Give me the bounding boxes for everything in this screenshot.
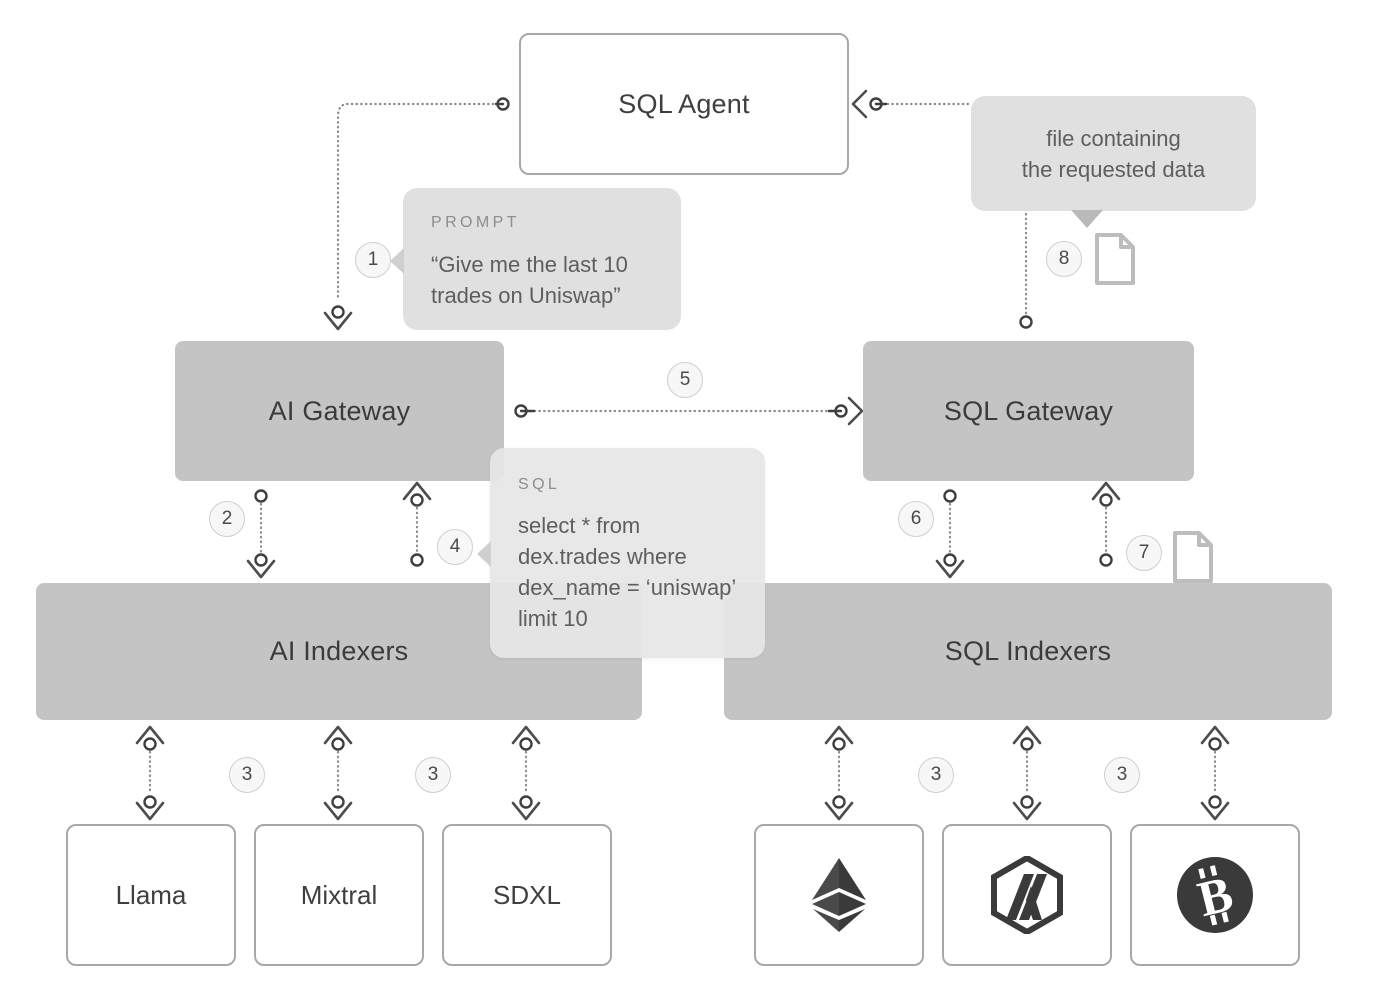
connector-step-6 — [935, 489, 965, 579]
ethereum-icon — [808, 856, 870, 934]
node-ai-gateway[interactable]: AI Gateway — [175, 341, 504, 481]
node-sql-agent-label: SQL Agent — [618, 88, 750, 119]
file-icon-step-8 — [1093, 232, 1137, 291]
step-badge-8: 8 — [1046, 241, 1082, 277]
step-badge-1: 1 — [355, 242, 391, 278]
node-sql-indexers-label: SQL Indexers — [944, 636, 1112, 666]
connector-step-5 — [514, 396, 864, 426]
sql-callout-kicker: SQL — [518, 476, 561, 493]
connector-step-8-top — [851, 89, 970, 119]
step-badge-2: 2 — [209, 501, 245, 537]
connector-step-3-ai-1 — [135, 725, 165, 821]
node-ai-gateway-label: AI Gateway — [268, 395, 411, 426]
arbitrum-icon — [990, 856, 1064, 934]
step-badge-3-sql-2-label: 3 — [1116, 764, 1128, 785]
node-chain-arbitrum[interactable] — [942, 824, 1112, 966]
step-badge-8-label: 8 — [1058, 248, 1070, 269]
sql-callout-line-2: dex.trades where — [518, 544, 687, 569]
step-badge-5-label: 5 — [679, 369, 691, 390]
sql-callout-line-1: select * from — [518, 513, 641, 538]
node-chain-ethereum[interactable] — [754, 824, 924, 966]
step-badge-3-sql-1: 3 — [918, 757, 954, 793]
step-badge-7: 7 — [1126, 535, 1162, 571]
connector-step-3-ai-3 — [511, 725, 541, 821]
connector-step-4 — [402, 481, 432, 567]
prompt-callout-line-2: trades on Uniswap” — [431, 283, 621, 308]
node-model-mixtral[interactable]: Mixtral — [254, 824, 424, 966]
node-sql-indexers[interactable]: SQL Indexers — [724, 583, 1332, 720]
file-callout-line-2: the requested data — [1021, 156, 1206, 182]
step-badge-3-sql-1-label: 3 — [930, 764, 942, 785]
step-badge-3-ai-2-label: 3 — [427, 764, 439, 785]
step-badge-6-label: 6 — [910, 508, 922, 529]
step-badge-3-ai-1-label: 3 — [241, 764, 253, 785]
node-model-sdxl[interactable]: SDXL — [442, 824, 612, 966]
file-icon-step-7 — [1171, 530, 1215, 589]
step-badge-1-label: 1 — [367, 249, 379, 270]
connector-step-8-vert — [1019, 212, 1033, 329]
node-model-mixtral-label: Mixtral — [300, 879, 378, 910]
diagram-canvas: .dot{stroke:#8c8c8c;stroke-width:2.2;str… — [0, 0, 1393, 993]
node-model-sdxl-label: SDXL — [493, 879, 561, 910]
step-badge-7-label: 7 — [1138, 542, 1150, 563]
bitcoin-icon: B — [1175, 855, 1255, 935]
step-badge-4: 4 — [437, 529, 473, 565]
connector-step-3-sql-2 — [1012, 725, 1042, 821]
step-badge-2-label: 2 — [221, 508, 233, 529]
node-ai-indexers-label: AI Indexers — [269, 636, 409, 666]
connector-step-3-sql-3 — [1200, 725, 1230, 821]
node-sql-gateway[interactable]: SQL Gateway — [863, 341, 1194, 481]
connector-step-2 — [246, 489, 276, 579]
connector-step-3-ai-2 — [323, 725, 353, 821]
step-badge-3-sql-2: 3 — [1104, 757, 1140, 793]
step-badge-6: 6 — [898, 501, 934, 537]
prompt-callout: PROMPT “Give me the last 10 trades on Un… — [390, 188, 681, 330]
node-sql-gateway-label: SQL Gateway — [943, 395, 1114, 426]
connector-step-3-sql-1 — [824, 725, 854, 821]
file-callout-line-1: file containing — [1046, 125, 1181, 151]
prompt-callout-kicker: PROMPT — [431, 214, 520, 231]
file-callout-tail — [1071, 210, 1103, 228]
node-sql-agent[interactable]: SQL Agent — [519, 33, 849, 175]
step-badge-5: 5 — [667, 362, 703, 398]
sql-callout: SQL select * from dex.trades where dex_n… — [477, 448, 765, 658]
file-callout: file containing the requested data — [971, 96, 1256, 228]
connector-step-7 — [1091, 481, 1121, 567]
step-badge-4-label: 4 — [449, 536, 461, 557]
prompt-callout-line-1: “Give me the last 10 — [431, 252, 628, 277]
sql-callout-line-4: limit 10 — [518, 606, 588, 631]
node-chain-bitcoin[interactable]: B — [1130, 824, 1300, 966]
step-badge-3-ai-1: 3 — [229, 757, 265, 793]
step-badge-3-ai-2: 3 — [415, 757, 451, 793]
node-model-llama[interactable]: Llama — [66, 824, 236, 966]
node-model-llama-label: Llama — [115, 879, 187, 910]
prompt-callout-tail — [390, 248, 404, 274]
sql-callout-tail — [477, 541, 491, 567]
sql-callout-line-3: dex_name = ‘uniswap’ — [518, 575, 737, 600]
